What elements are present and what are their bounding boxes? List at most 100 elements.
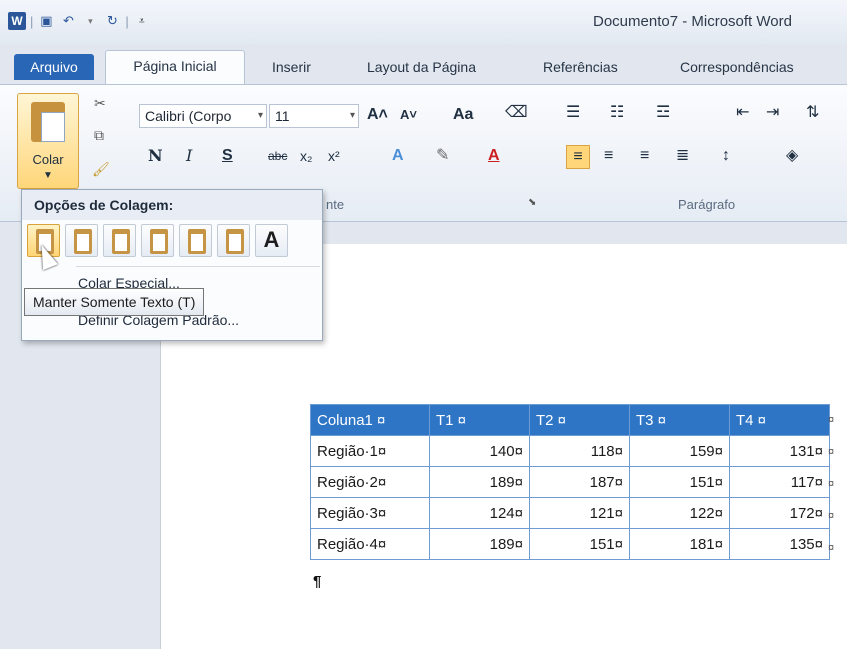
copy-icon[interactable]: ⧉ (94, 127, 104, 144)
table-header-cell[interactable]: T1 ¤ (429, 404, 530, 436)
chevron-down-icon: ▾ (349, 110, 355, 121)
paragraph-mark: ¶ (313, 573, 322, 590)
sort-icon[interactable]: ⇅ (806, 102, 819, 124)
tab-references[interactable]: Referências (543, 54, 618, 80)
bold-button[interactable]: N (148, 145, 163, 167)
tooltip: Manter Somente Texto (T) (24, 288, 205, 316)
cut-icon[interactable]: ✂ (94, 95, 106, 112)
table-header-cell[interactable]: T2 ¤ (529, 404, 630, 436)
shading-icon[interactable]: ◈ (786, 145, 798, 167)
align-right-icon[interactable]: ≡ (640, 145, 649, 167)
save-icon[interactable]: ▣ (37, 12, 55, 30)
end-of-row-mark: ¤ (828, 510, 835, 522)
paste-button[interactable]: Colar ▼ (17, 93, 79, 189)
quick-access-toolbar: W | ▣ ↶ ▾ ↻ | ⩡ (8, 12, 151, 30)
table-cell[interactable]: 121¤ (529, 497, 630, 529)
underline-button[interactable]: S (222, 145, 233, 167)
paste-options-menu: Opções de Colagem: A Colar Especial... D… (21, 189, 323, 341)
table-cell[interactable]: Região·4¤ (310, 528, 430, 560)
grow-font-button[interactable]: A˄ (367, 104, 388, 126)
tab-insert[interactable]: Inserir (272, 54, 311, 80)
table-header-cell[interactable]: T4 ¤ (729, 404, 830, 436)
table-cell[interactable]: 122¤ (629, 497, 730, 529)
separator: | (125, 13, 129, 29)
picture-icon[interactable] (217, 224, 250, 257)
table-header-cell[interactable]: T3 ¤ (629, 404, 730, 436)
end-of-row-mark: ¤ (828, 414, 835, 426)
text-effects-icon[interactable]: A (392, 145, 404, 167)
format-painter-icon[interactable]: 🖌 (92, 161, 110, 178)
align-left-icon[interactable]: ≡ (566, 145, 590, 169)
paste-options-row: A (27, 224, 288, 257)
italic-button[interactable]: I (186, 145, 192, 167)
ribbon-tabs: Arquivo Página Inicial Inserir Layout da… (0, 48, 847, 84)
table-cell[interactable]: 140¤ (429, 435, 530, 467)
font-size-select[interactable]: 11 ▾ (269, 104, 359, 128)
increase-indent-icon[interactable]: ⇥ (766, 102, 779, 124)
tab-file[interactable]: Arquivo (14, 54, 94, 80)
multilevel-list-icon[interactable]: ☲ (656, 102, 670, 124)
decrease-indent-icon[interactable]: ⇤ (736, 102, 749, 124)
table-cell[interactable]: Região·2¤ (310, 466, 430, 498)
undo-icon[interactable]: ↶ (59, 12, 77, 30)
table-cell[interactable]: 151¤ (629, 466, 730, 498)
table-cell[interactable]: 131¤ (729, 435, 830, 467)
font-name-value: Calibri (Corpo (145, 108, 232, 124)
font-color-icon[interactable]: A (488, 145, 500, 167)
shrink-font-button[interactable]: A˅ (400, 104, 417, 126)
merge-formatting-icon[interactable] (65, 224, 98, 257)
title-bar: W | ▣ ↶ ▾ ↻ | ⩡ Documento7 - Microsoft W… (0, 0, 847, 44)
table-cell[interactable]: 189¤ (429, 528, 530, 560)
table-cell[interactable]: 181¤ (629, 528, 730, 560)
line-spacing-icon[interactable]: ↕ (722, 145, 730, 167)
data-table[interactable]: Coluna1 ¤ T1 ¤ T2 ¤ T3 ¤ T4 ¤ Região·1¤ … (310, 404, 830, 560)
table-row: Região·3¤ 124¤ 121¤ 122¤ 172¤ (310, 497, 830, 529)
tab-mailings[interactable]: Correspondências (680, 54, 794, 80)
word-icon[interactable]: W (8, 12, 26, 30)
bullets-icon[interactable]: ☰ (566, 102, 580, 124)
dialog-launcher-icon[interactable]: ⬊ (528, 197, 536, 208)
table-header-row: Coluna1 ¤ T1 ¤ T2 ¤ T3 ¤ T4 ¤ (310, 404, 830, 436)
font-size-value: 11 (275, 108, 290, 124)
tab-page-layout[interactable]: Layout da Página (367, 54, 476, 80)
separator: | (30, 13, 34, 29)
table-cell[interactable]: 172¤ (729, 497, 830, 529)
table-row: Região·1¤ 140¤ 118¤ 159¤ 131¤ (310, 435, 830, 467)
table-header-cell[interactable]: Coluna1 ¤ (310, 404, 430, 436)
chevron-down-icon: ▾ (257, 110, 263, 121)
table-cell[interactable]: 151¤ (529, 528, 630, 560)
table-row: Região·2¤ 189¤ 187¤ 151¤ 117¤ (310, 466, 830, 498)
redo-icon[interactable]: ↻ (103, 12, 121, 30)
table-cell[interactable]: 135¤ (729, 528, 830, 560)
table-cell[interactable]: Região·3¤ (310, 497, 430, 529)
strikethrough-button[interactable]: abc (268, 145, 287, 167)
end-of-row-mark: ¤ (828, 446, 835, 458)
table-cell[interactable]: 124¤ (429, 497, 530, 529)
insert-as-rows-icon[interactable] (179, 224, 212, 257)
group-label-font: nte (326, 197, 345, 212)
table-row: Região·4¤ 189¤ 151¤ 181¤ 135¤ (310, 528, 830, 560)
merge-table-icon[interactable] (141, 224, 174, 257)
superscript-button[interactable]: x² (328, 145, 340, 167)
align-center-icon[interactable]: ≡ (604, 145, 613, 167)
customize-icon[interactable]: ⩡ (133, 12, 151, 30)
end-of-row-mark: ¤ (828, 478, 835, 490)
table-cell[interactable]: 189¤ (429, 466, 530, 498)
table-cell[interactable]: 159¤ (629, 435, 730, 467)
font-name-select[interactable]: Calibri (Corpo ▾ (139, 104, 267, 128)
table-cell[interactable]: Região·1¤ (310, 435, 430, 467)
nest-table-icon[interactable] (103, 224, 136, 257)
clear-format-icon[interactable]: ⌫ (505, 102, 528, 124)
subscript-button[interactable]: x₂ (300, 145, 312, 167)
table-cell[interactable]: 117¤ (729, 466, 830, 498)
tab-home[interactable]: Página Inicial (105, 50, 245, 84)
paste-label: Colar (32, 152, 64, 167)
table-cell[interactable]: 187¤ (529, 466, 630, 498)
justify-icon[interactable]: ≣ (676, 145, 689, 167)
undo-dropdown-icon[interactable]: ▾ (81, 12, 99, 30)
change-case-button[interactable]: Aa (453, 104, 473, 126)
keep-text-only-icon[interactable]: A (255, 224, 288, 257)
table-cell[interactable]: 118¤ (529, 435, 630, 467)
highlight-color-icon[interactable]: ✎ (436, 145, 449, 167)
numbering-icon[interactable]: ☷ (610, 102, 624, 124)
